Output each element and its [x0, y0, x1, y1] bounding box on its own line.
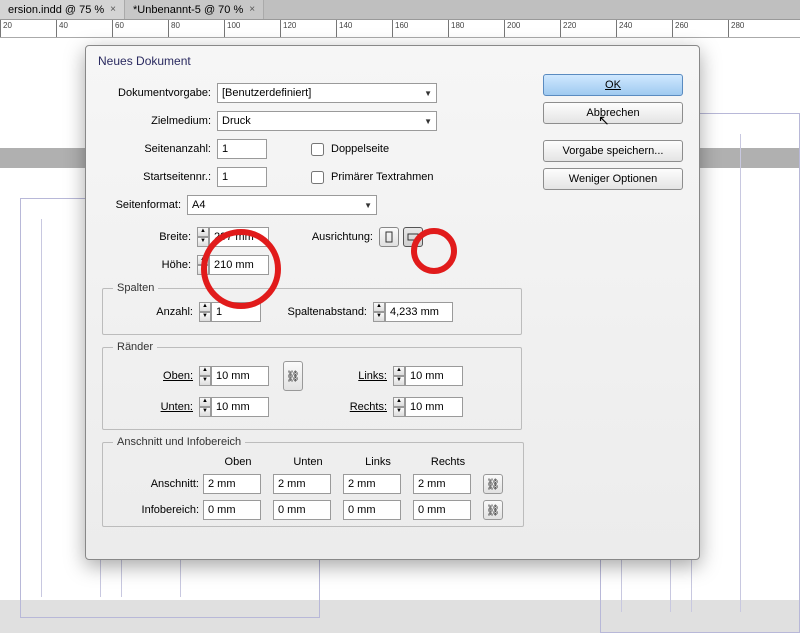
start-page-input[interactable]: [217, 167, 267, 187]
intent-combo[interactable]: Druck ▼: [217, 111, 437, 131]
close-icon[interactable]: ×: [110, 4, 116, 15]
preset-label: Dokumentvorgabe:: [102, 87, 217, 99]
spin-up-icon[interactable]: ▲: [197, 227, 209, 237]
column-count-label: Anzahl:: [113, 306, 193, 318]
columns-group: Spalten Anzahl: ▲▼ Spaltenabstand: ▲▼: [102, 282, 522, 335]
height-input[interactable]: [209, 255, 269, 275]
slug-top-input[interactable]: [203, 500, 261, 520]
preset-combo[interactable]: [Benutzerdefiniert] ▼: [217, 83, 437, 103]
bleed-top-input[interactable]: [203, 474, 261, 494]
bleed-row-label: Anschnitt:: [113, 478, 203, 490]
gutter-input[interactable]: [385, 302, 453, 322]
columns-legend: Spalten: [113, 282, 158, 294]
bleed-slug-group: Anschnitt und Infobereich Oben Unten Lin…: [102, 436, 524, 527]
margin-top-input[interactable]: [211, 366, 269, 386]
orientation-label: Ausrichtung:: [269, 231, 379, 243]
bleed-left-input[interactable]: [343, 474, 401, 494]
link-slug-button[interactable]: ⛓: [483, 500, 503, 520]
margin-left-input[interactable]: [405, 366, 463, 386]
spin-down-icon[interactable]: ▼: [197, 265, 209, 275]
primary-text-frame-checkbox[interactable]: Primärer Textrahmen: [307, 168, 434, 187]
spin-up-icon[interactable]: ▲: [197, 255, 209, 265]
margins-group: Ränder Oben: ▲▼ ⛓ Links: ▲▼ Unten: ▲▼ Re…: [102, 341, 522, 430]
start-page-label: Startseitennr.:: [102, 171, 217, 183]
width-spinner[interactable]: ▲▼: [197, 227, 269, 247]
save-preset-button[interactable]: Vorgabe speichern...: [543, 140, 683, 162]
ok-button[interactable]: OK: [543, 74, 683, 96]
column-count-input[interactable]: [211, 302, 261, 322]
link-bleed-button[interactable]: ⛓: [483, 474, 503, 494]
tab-label: ersion.indd @ 75 %: [8, 4, 104, 16]
page-size-label: Seitenformat:: [102, 199, 187, 211]
slug-bottom-input[interactable]: [273, 500, 331, 520]
bleed-bottom-input[interactable]: [273, 474, 331, 494]
bleed-right-input[interactable]: [413, 474, 471, 494]
bleed-header-left: Links: [343, 456, 413, 468]
bleed-header-right: Rechts: [413, 456, 483, 468]
bleed-header-top: Oben: [203, 456, 273, 468]
intent-label: Zielmedium:: [102, 115, 217, 127]
tab-label: *Unbenannt-5 @ 70 %: [133, 4, 243, 16]
column-count-spinner[interactable]: ▲▼: [199, 302, 261, 322]
link-margins-button[interactable]: ⛓: [283, 361, 303, 391]
margin-right-label: Rechts:: [317, 401, 387, 413]
chevron-down-icon: ▼: [364, 201, 372, 210]
orientation-landscape-button[interactable]: [403, 227, 423, 247]
margin-bottom-label: Unten:: [113, 401, 193, 413]
margins-legend: Ränder: [113, 341, 157, 353]
orientation-portrait-button[interactable]: [379, 227, 399, 247]
slug-left-input[interactable]: [343, 500, 401, 520]
facing-pages-checkbox[interactable]: Doppelseite: [307, 140, 389, 159]
height-spinner[interactable]: ▲▼: [197, 255, 269, 275]
gutter-label: Spaltenabstand:: [267, 306, 367, 318]
margin-bottom-input[interactable]: [211, 397, 269, 417]
horizontal-ruler: 20406080100120140160180200220240260280: [0, 20, 800, 38]
bleed-header-bottom: Unten: [273, 456, 343, 468]
pages-input[interactable]: [217, 139, 267, 159]
margin-top-label: Oben:: [113, 370, 193, 382]
width-label: Breite:: [102, 231, 197, 243]
dialog-title: Neues Dokument: [86, 46, 699, 74]
slug-right-input[interactable]: [413, 500, 471, 520]
margin-right-input[interactable]: [405, 397, 463, 417]
height-label: Höhe:: [102, 259, 197, 271]
chevron-down-icon: ▼: [424, 117, 432, 126]
pages-label: Seitenanzahl:: [102, 143, 217, 155]
cancel-button[interactable]: Abbrechen: [543, 102, 683, 124]
bleed-slug-legend: Anschnitt und Infobereich: [113, 436, 245, 448]
spin-down-icon[interactable]: ▼: [197, 237, 209, 247]
gutter-spinner[interactable]: ▲▼: [373, 302, 453, 322]
slug-row-label: Infobereich:: [113, 504, 203, 516]
width-input[interactable]: [209, 227, 269, 247]
document-tab[interactable]: *Unbenannt-5 @ 70 % ×: [125, 0, 264, 19]
chevron-down-icon: ▼: [424, 89, 432, 98]
document-tab[interactable]: ersion.indd @ 75 % ×: [0, 0, 125, 19]
page-size-combo[interactable]: A4 ▼: [187, 195, 377, 215]
margin-left-label: Links:: [317, 370, 387, 382]
new-document-dialog: Neues Dokument OK Abbrechen Vorgabe spei…: [85, 45, 700, 560]
close-icon[interactable]: ×: [249, 4, 255, 15]
document-tab-bar: ersion.indd @ 75 % × *Unbenannt-5 @ 70 %…: [0, 0, 800, 20]
less-options-button[interactable]: Weniger Optionen: [543, 168, 683, 190]
